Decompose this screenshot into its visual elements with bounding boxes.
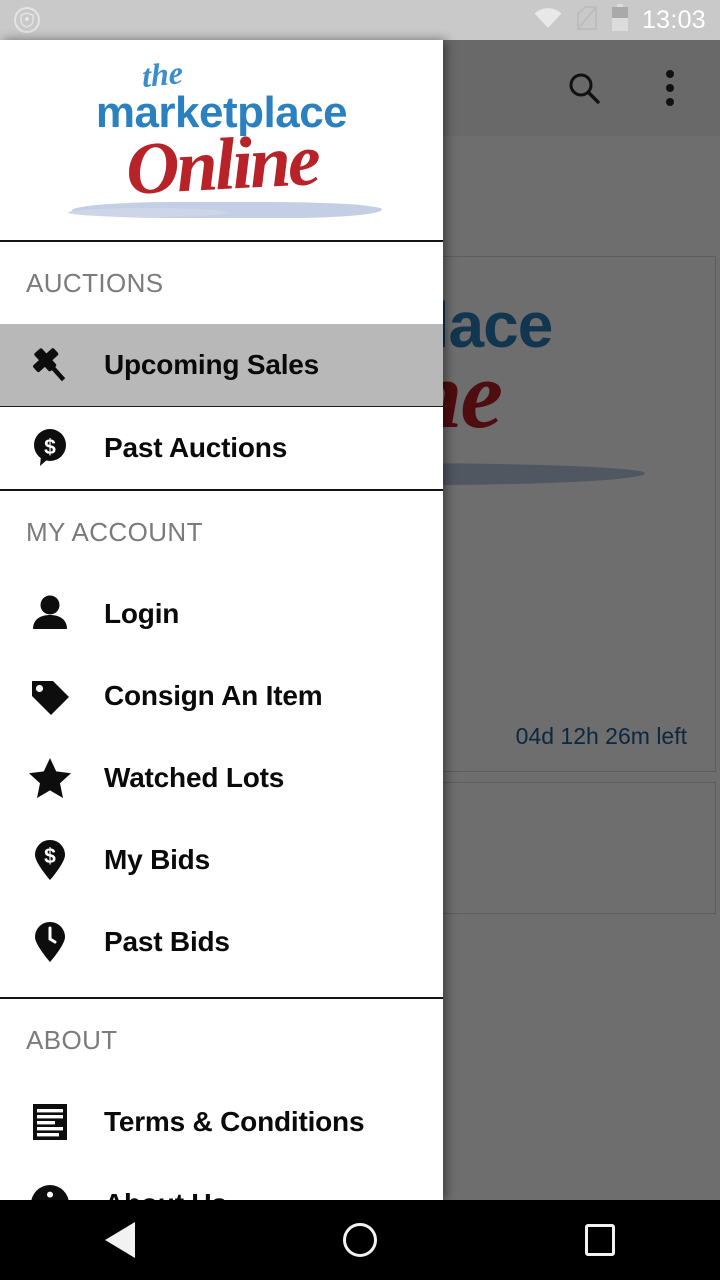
shield-icon: [14, 7, 40, 33]
brand-logo-the: the: [141, 53, 184, 95]
brand-logo-online: Online: [123, 119, 320, 212]
back-icon[interactable]: [0, 1222, 240, 1258]
home-icon[interactable]: [240, 1223, 480, 1257]
wifi-icon: [533, 7, 563, 34]
sidebar-item-about-us[interactable]: About Us: [0, 1163, 443, 1200]
sidebar-item-consign-an-item[interactable]: Consign An Item: [0, 655, 443, 737]
brand-logo-brush-stroke: [68, 202, 382, 218]
sidebar-item-label: Upcoming Sales: [104, 349, 320, 380]
sidebar-item-label: About Us: [104, 1188, 227, 1200]
status-bar-clock: 13:03: [641, 5, 706, 34]
sidebar-item-label: Terms & Conditions: [104, 1106, 365, 1137]
battery-icon: [611, 3, 629, 37]
brand-logo: the marketplace Online: [0, 53, 443, 211]
sidebar-item-terms-and-conditions[interactable]: Terms & Conditions: [0, 1081, 443, 1163]
section-header-my-account: MY ACCOUNT: [26, 516, 203, 547]
drawer-header-logo: the marketplace Online: [0, 40, 443, 240]
drawer-spacer: [0, 983, 443, 997]
star-icon: [22, 750, 78, 806]
sidebar-item-past-bids[interactable]: Past Bids: [0, 901, 443, 983]
recents-icon[interactable]: [480, 1224, 720, 1256]
section-header-about: ABOUT: [26, 1024, 118, 1055]
sidebar-item-label: Past Auctions: [104, 432, 288, 463]
svg-text:$: $: [44, 845, 56, 868]
info-icon: [22, 1176, 78, 1200]
status-bar: 13:03: [0, 0, 720, 40]
more-vert-icon[interactable]: [642, 60, 698, 116]
sidebar-item-label: Watched Lots: [104, 762, 285, 793]
sidebar-item-label: Past Bids: [104, 926, 230, 957]
status-bar-left: [14, 7, 40, 33]
document-icon: [22, 1094, 78, 1150]
search-icon[interactable]: [556, 60, 612, 116]
sidebar-item-upcoming-sales[interactable]: Upcoming Sales: [0, 324, 443, 406]
android-navigation-bar: [0, 1200, 720, 1280]
no-sim-icon: [576, 4, 598, 36]
sidebar-item-label: Consign An Item: [104, 680, 323, 711]
section-header-auctions: AUCTIONS: [26, 267, 164, 298]
tag-icon: [22, 668, 78, 724]
navigation-drawer[interactable]: the marketplace Online AUCTIONS Upcoming…: [0, 40, 443, 1200]
sidebar-item-label: Login: [104, 598, 180, 629]
sidebar-item-past-auctions[interactable]: $ Past Auctions: [0, 407, 443, 489]
status-bar-right: 13:03: [533, 3, 706, 37]
clock-pin-icon: [22, 914, 78, 970]
overflow-dots: [666, 70, 674, 106]
sidebar-item-my-bids[interactable]: $ My Bids: [0, 819, 443, 901]
dollar-speech-bubble-icon: $: [22, 420, 78, 476]
dollar-pin-icon: $: [22, 832, 78, 888]
gavel-icon: [22, 337, 78, 393]
sidebar-item-login[interactable]: Login: [0, 573, 443, 655]
sidebar-item-label: My Bids: [104, 844, 210, 875]
svg-text:$: $: [44, 436, 56, 459]
person-icon: [22, 586, 78, 642]
phone-screen: 13:03 the marketplace Online 04d 12h 26m…: [0, 0, 720, 1280]
sidebar-item-watched-lots[interactable]: Watched Lots: [0, 737, 443, 819]
